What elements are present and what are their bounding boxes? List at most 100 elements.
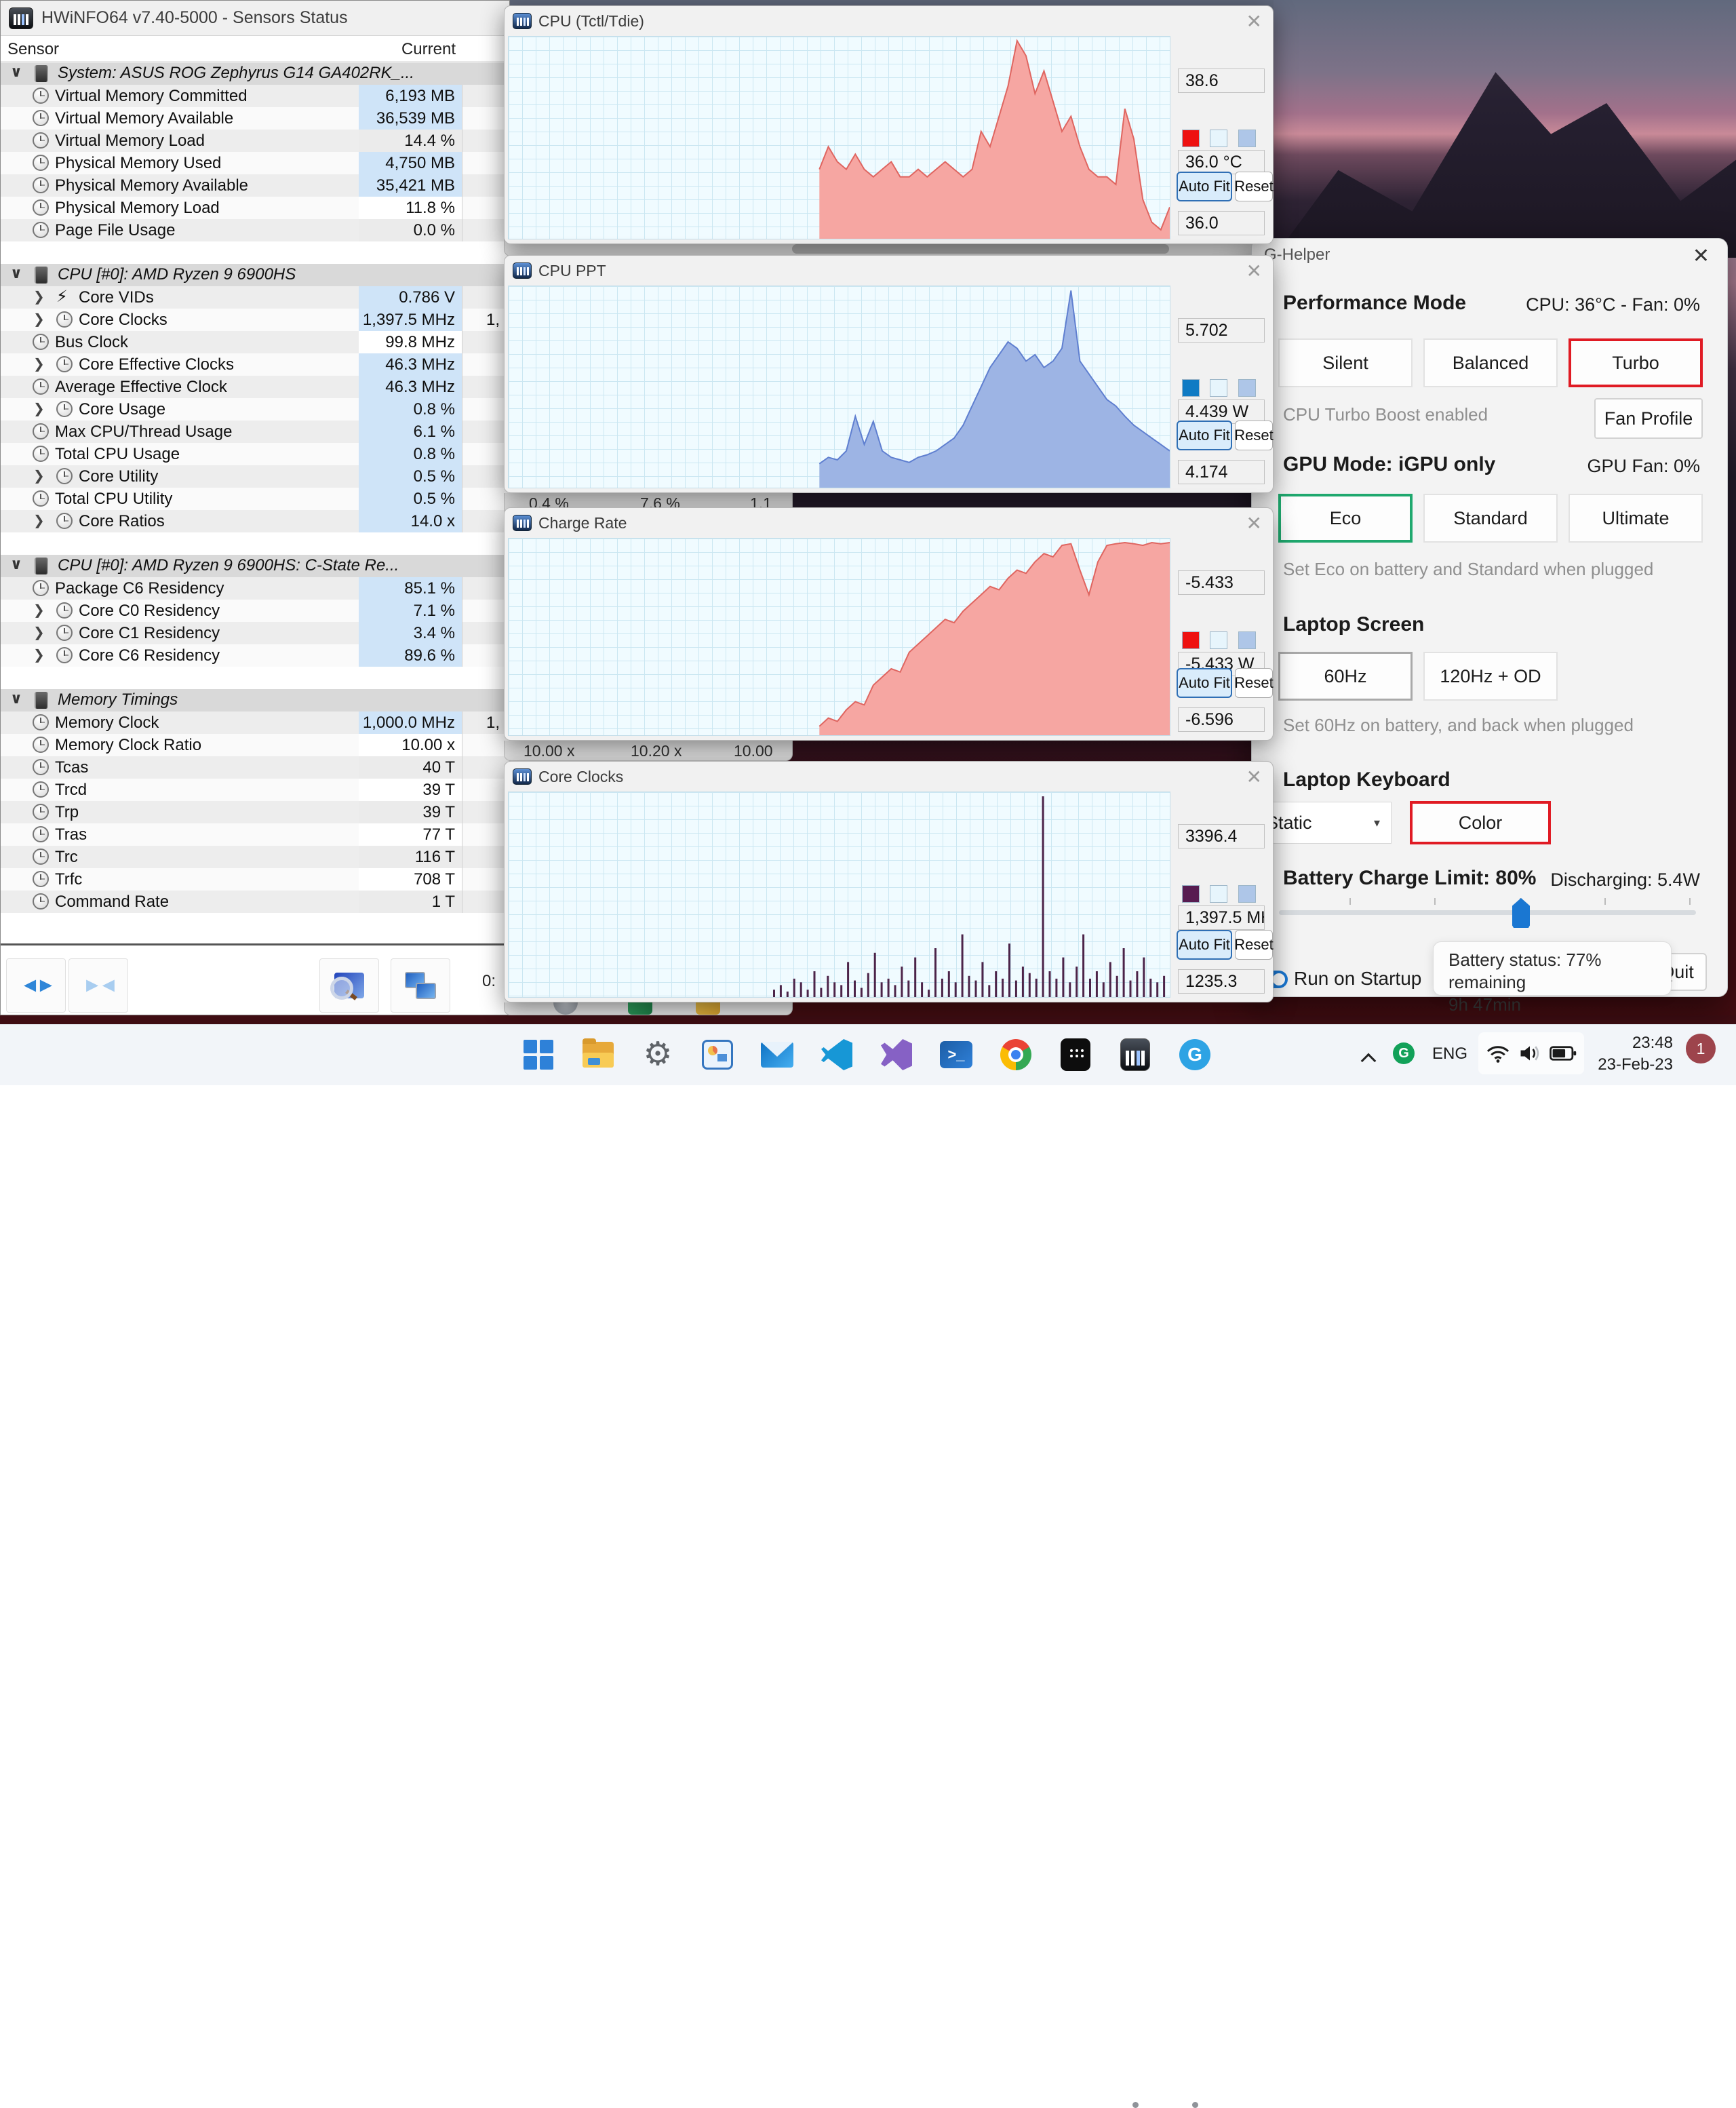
sensor-row[interactable]: Physical Memory Available35,421 MB (1, 174, 509, 197)
sensor-row[interactable]: ❯Core Effective Clocks46.3 MHz (1, 353, 509, 376)
sensor-row[interactable]: Virtual Memory Available36,539 MB (1, 107, 509, 130)
screen-zoom-button[interactable] (319, 958, 379, 1013)
sensor-row[interactable]: Trc116 T (1, 846, 509, 868)
sensor-row[interactable]: Max CPU/Thread Usage6.1 % (1, 421, 509, 443)
close-icon[interactable]: ✕ (1246, 10, 1262, 33)
sensor-row[interactable]: Trcd39 T (1, 779, 509, 801)
chevron-right-icon[interactable]: ❯ (33, 512, 45, 529)
sensor-row[interactable]: Memory Clock Ratio10.00 x (1, 734, 509, 756)
ghelper-taskbar-button[interactable]: G (1176, 1036, 1214, 1074)
gpu-standard-button[interactable]: Standard (1423, 494, 1558, 543)
close-icon[interactable]: ✕ (1246, 512, 1262, 534)
expand-columns-button[interactable]: ◄► (6, 958, 66, 1013)
grid-color-swatch[interactable] (1238, 885, 1256, 903)
battery-limit-slider-track[interactable] (1279, 910, 1696, 915)
language-indicator[interactable]: ENG (1432, 1045, 1467, 1063)
chevron-down-icon[interactable]: ∨ (10, 690, 22, 707)
close-icon[interactable]: ✕ (1246, 260, 1262, 282)
close-icon[interactable]: ✕ (1693, 244, 1710, 268)
graph-titlebar[interactable]: CPU PPT ✕ (505, 256, 1273, 286)
settings-button[interactable]: ⚙ (639, 1036, 677, 1074)
reset-button[interactable]: Reset (1235, 930, 1273, 960)
fan-profile-button[interactable]: Fan Profile (1594, 398, 1703, 439)
sensor-row[interactable]: ❯Core C1 Residency3.4 % (1, 622, 509, 644)
perf-balanced-button[interactable]: Balanced (1423, 338, 1558, 387)
column-header-current[interactable]: Current (359, 40, 456, 59)
sensor-row[interactable]: ❯Core Utility0.5 % (1, 465, 509, 488)
remote-monitor-button[interactable] (391, 958, 450, 1013)
chevron-down-icon[interactable]: ∨ (10, 265, 22, 282)
gpu-eco-button[interactable]: Eco (1278, 494, 1413, 543)
grid-color-swatch[interactable] (1238, 130, 1256, 147)
sensor-row[interactable]: Tras77 T (1, 823, 509, 846)
powershell-button[interactable]: >_ (937, 1036, 975, 1074)
series-color-swatch[interactable] (1182, 631, 1200, 649)
reset-button[interactable]: Reset (1235, 172, 1273, 201)
graph-titlebar[interactable]: CPU (Tctl/Tdie) ✕ (505, 6, 1273, 36)
close-icon[interactable]: ✕ (1246, 766, 1262, 788)
auto-fit-button[interactable]: Auto Fit (1177, 172, 1232, 201)
sensor-row[interactable]: Virtual Memory Load14.4 % (1, 130, 509, 152)
chevron-right-icon[interactable]: ❯ (33, 467, 45, 484)
sensor-row[interactable]: ❯Core Usage0.8 % (1, 398, 509, 421)
sensor-row[interactable]: ❯Core C6 Residency89.6 % (1, 644, 509, 667)
sensor-row[interactable]: ❯Core Ratios14.0 x (1, 510, 509, 532)
battery-limit-slider-thumb[interactable] (1512, 898, 1530, 928)
series-color-swatch[interactable] (1182, 130, 1200, 147)
auto-fit-button[interactable]: Auto Fit (1177, 421, 1232, 450)
series-color-swatch[interactable] (1182, 379, 1200, 397)
bg-color-swatch[interactable] (1210, 130, 1227, 147)
chevron-right-icon[interactable]: ❯ (33, 646, 45, 663)
auto-fit-button[interactable]: Auto Fit (1177, 668, 1232, 698)
perf-silent-button[interactable]: Silent (1278, 338, 1413, 387)
chevron-right-icon[interactable]: ❯ (33, 355, 45, 372)
sensor-row[interactable]: Package C6 Residency85.1 % (1, 577, 509, 600)
sensor-row[interactable]: ❯Core Clocks1,397.5 MHz1, (1, 309, 509, 331)
clock[interactable]: 23:48 23-Feb-23 (1598, 1032, 1673, 1076)
sensor-row[interactable]: Page File Usage0.0 % (1, 219, 509, 241)
sensor-row[interactable]: Bus Clock99.8 MHz (1, 331, 509, 353)
screen-120hz-button[interactable]: 120Hz + OD (1423, 652, 1558, 701)
graph-titlebar[interactable]: Charge Rate ✕ (505, 508, 1273, 538)
sensor-row[interactable]: Total CPU Utility0.5 % (1, 488, 509, 510)
chevron-down-icon[interactable]: ∨ (10, 555, 22, 573)
sensor-row[interactable]: ❯Core C0 Residency7.1 % (1, 600, 509, 622)
notification-badge[interactable]: 1 (1686, 1034, 1716, 1063)
tray-green-g-icon[interactable]: G (1393, 1042, 1415, 1064)
chevron-right-icon[interactable]: ❯ (33, 400, 45, 417)
bg-color-swatch[interactable] (1210, 885, 1227, 903)
system-monitor-button[interactable] (698, 1036, 736, 1074)
sensor-row[interactable]: Physical Memory Used4,750 MB (1, 152, 509, 174)
remote-app-button[interactable] (1057, 1036, 1094, 1074)
visual-studio-button[interactable] (877, 1036, 915, 1074)
sensor-row[interactable]: Tcas40 T (1, 756, 509, 779)
sensor-row[interactable]: Trfc708 T (1, 868, 509, 891)
sensor-row[interactable]: Command Rate1 T (1, 891, 509, 913)
sensor-row[interactable]: Virtual Memory Committed6,193 MB (1, 85, 509, 107)
graph-titlebar[interactable]: Core Clocks ✕ (505, 762, 1273, 792)
grid-color-swatch[interactable] (1238, 379, 1256, 397)
hwinfo-taskbar-button[interactable] (1116, 1036, 1154, 1074)
series-color-swatch[interactable] (1182, 885, 1200, 903)
keyboard-color-button[interactable]: Color (1410, 801, 1551, 844)
sensor-row[interactable]: Total CPU Usage0.8 % (1, 443, 509, 465)
vscode-button[interactable] (818, 1036, 856, 1074)
sensor-row[interactable]: Physical Memory Load11.8 % (1, 197, 509, 219)
hwinfo-titlebar[interactable]: HWiNFO64 v7.40-5000 - Sensors Status (1, 1, 509, 36)
chevron-right-icon[interactable]: ❯ (33, 624, 45, 641)
mail-button[interactable] (758, 1036, 796, 1074)
scrollbar-thumb[interactable] (792, 244, 1169, 254)
sensor-row[interactable]: ❯⚡Core VIDs0.786 V (1, 286, 509, 309)
grid-color-swatch[interactable] (1238, 631, 1256, 649)
reset-button[interactable]: Reset (1235, 668, 1273, 698)
reset-button[interactable]: Reset (1235, 421, 1273, 450)
chevron-right-icon[interactable]: ❯ (33, 311, 45, 328)
chrome-button[interactable] (997, 1036, 1035, 1074)
chevron-right-icon[interactable]: ❯ (33, 602, 45, 619)
screen-60hz-button[interactable]: 60Hz (1278, 652, 1413, 701)
sensor-row[interactable]: Average Effective Clock46.3 MHz (1, 376, 509, 398)
column-header-sensor[interactable]: Sensor (7, 40, 59, 59)
gpu-ultimate-button[interactable]: Ultimate (1569, 494, 1703, 543)
auto-fit-button[interactable]: Auto Fit (1177, 930, 1232, 960)
chevron-down-icon[interactable]: ∨ (10, 63, 22, 81)
